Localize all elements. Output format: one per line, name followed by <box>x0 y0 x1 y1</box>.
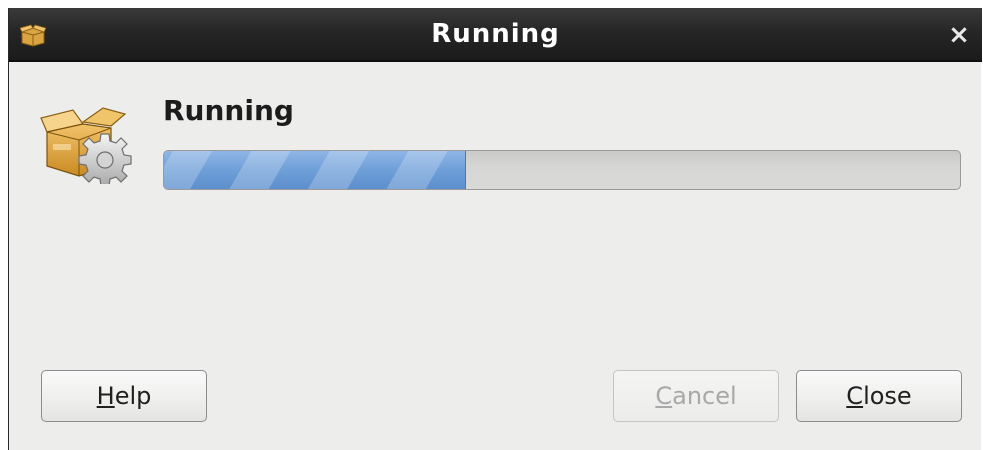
progress-fill <box>164 151 467 189</box>
help-label: elp <box>114 382 152 410</box>
close-mnemonic: C <box>846 382 864 410</box>
close-label: lose <box>863 382 912 410</box>
cancel-button[interactable]: Cancel <box>613 370 779 422</box>
window-title: Running <box>431 19 560 49</box>
close-button[interactable]: Close <box>796 370 962 422</box>
help-mnemonic: H <box>96 382 115 410</box>
close-icon[interactable]: × <box>944 20 974 50</box>
package-gear-icon <box>40 107 132 184</box>
status-heading: Running <box>163 94 294 127</box>
help-button[interactable]: Help <box>41 370 207 422</box>
cancel-mnemonic: C <box>655 382 673 410</box>
cancel-label: ancel <box>672 382 737 410</box>
dialog-window: Running × Running Help Cancel Close <box>8 8 982 450</box>
progress-bar <box>163 150 961 190</box>
title-bar[interactable]: Running × <box>9 8 982 62</box>
